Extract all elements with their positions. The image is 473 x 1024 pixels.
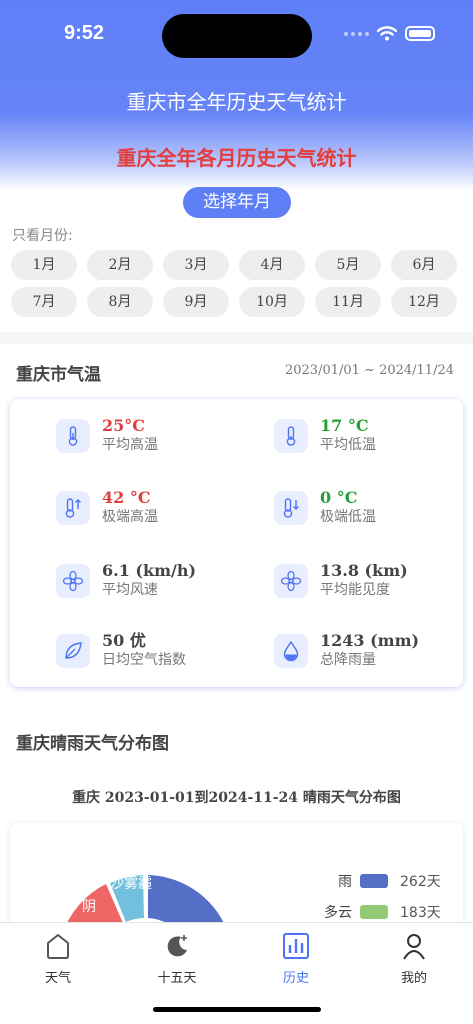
page-heading: 重庆全年各月历史天气统计 [116, 146, 357, 170]
legend-item-cloudy[interactable]: 多云 183天 [292, 902, 441, 922]
user-icon [403, 934, 425, 960]
month-chip-6[interactable]: 6月 [391, 250, 457, 280]
temperature-section-title: 重庆市气温 [16, 365, 101, 385]
tab-label: 天气 [44, 971, 71, 986]
month-chip-10[interactable]: 10月 [239, 287, 305, 317]
home-indicator [153, 1007, 321, 1012]
stat-avg-visibility: 13.8 (km) 平均能见度 [274, 562, 408, 599]
pie-label-overcast: 阴 [82, 899, 96, 915]
month-filter: 1月 2月 3月 4月 5月 6月 7月 8月 9月 10月 11月 12月 [11, 250, 461, 317]
stat-value: 50 优 [102, 631, 146, 650]
signal-icon [344, 31, 369, 36]
tab-weather[interactable]: 天气 [18, 931, 98, 986]
dynamic-island [162, 14, 312, 58]
moon-icon [167, 935, 187, 957]
legend-count: 183天 [400, 905, 441, 921]
tab-me[interactable]: 我的 [374, 931, 454, 986]
month-filter-label: 只看月份: [12, 228, 73, 244]
fan-icon [274, 564, 308, 598]
stats-card: 25°C 平均高温 17 °C 平均低温 42 °C 极端高温 0 °C 极端低温 6.… [10, 399, 463, 687]
stat-total-rainfall: 1243 (mm) 总降雨量 [274, 632, 419, 669]
stat-label: 总降雨量 [320, 652, 376, 668]
month-chip-9[interactable]: 9月 [163, 287, 229, 317]
month-chip-11[interactable]: 11月 [315, 287, 381, 317]
month-chip-8[interactable]: 8月 [87, 287, 153, 317]
month-chip-1[interactable]: 1月 [11, 250, 77, 280]
date-range: 2023/01/01 ~ 2024/11/24 [284, 363, 454, 378]
pie-label-dust-haze: 沙雾霾 [110, 876, 152, 892]
tab-label: 我的 [400, 971, 427, 986]
stat-value: 6.1 (km/h) [102, 561, 197, 580]
stat-label: 日均空气指数 [102, 652, 186, 668]
legend-count: 262天 [400, 874, 441, 890]
status-time: 9:52 [64, 22, 105, 44]
tab-label: 十五天 [157, 971, 197, 986]
month-chip-3[interactable]: 3月 [163, 250, 229, 280]
tab-fifteen-days[interactable]: 十五天 [137, 931, 217, 986]
select-year-month-button[interactable]: 选择年月 [183, 187, 291, 218]
stat-value: 17 °C [320, 416, 369, 435]
stat-value: 13.8 (km) [320, 561, 408, 580]
month-chip-2[interactable]: 2月 [87, 250, 153, 280]
stat-label: 平均风速 [102, 582, 158, 598]
stat-label: 平均高温 [102, 437, 158, 453]
stat-value: 1243 (mm) [320, 631, 420, 650]
legend-name: 多云 [324, 905, 352, 921]
stat-avg-wind: 6.1 (km/h) 平均风速 [56, 562, 196, 599]
stat-value: 25°C [102, 416, 145, 435]
section-divider [0, 332, 473, 344]
home-icon [47, 934, 69, 959]
stat-label: 极端高温 [102, 509, 158, 525]
stat-extreme-high: 42 °C 极端高温 [56, 489, 158, 526]
stat-value: 42 °C [102, 488, 151, 507]
wifi-icon [377, 26, 397, 41]
leaf-icon [56, 634, 90, 668]
legend-swatch [360, 905, 388, 919]
thermometer-icon [274, 419, 308, 453]
bar-chart-icon [283, 933, 309, 959]
stat-extreme-low: 0 °C 极端低温 [274, 489, 376, 526]
legend-item-rain[interactable]: 雨 262天 [292, 871, 441, 891]
water-drop-icon [274, 634, 308, 668]
stat-value: 0 °C [320, 488, 358, 507]
month-chip-5[interactable]: 5月 [315, 250, 381, 280]
month-chip-4[interactable]: 4月 [239, 250, 305, 280]
stat-label: 平均低温 [320, 437, 376, 453]
stat-label: 平均能见度 [320, 582, 390, 598]
stat-avg-low: 17 °C 平均低温 [274, 417, 376, 454]
fan-icon [56, 564, 90, 598]
stat-avg-high: 25°C 平均高温 [56, 417, 158, 454]
month-chip-12[interactable]: 12月 [391, 287, 457, 317]
legend-name: 雨 [338, 874, 352, 890]
nav-title: 重庆市全年历史天气统计 [126, 90, 347, 114]
thermometer-down-icon [274, 491, 308, 525]
month-chip-7[interactable]: 7月 [11, 287, 77, 317]
chart-subtitle: 重庆 2023-01-01到2024-11-24 晴雨天气分布图 [72, 790, 401, 806]
thermometer-icon [56, 419, 90, 453]
status-icons [344, 26, 435, 41]
battery-icon [405, 26, 435, 41]
stat-label: 极端低温 [320, 509, 376, 525]
distribution-section-title: 重庆晴雨天气分布图 [16, 734, 169, 754]
tab-history[interactable]: 历史 [256, 931, 336, 986]
stat-air-quality: 50 优日均空气指数 [56, 632, 186, 669]
legend-swatch [360, 874, 388, 888]
tab-label: 历史 [282, 971, 309, 986]
thermometer-up-icon [56, 491, 90, 525]
